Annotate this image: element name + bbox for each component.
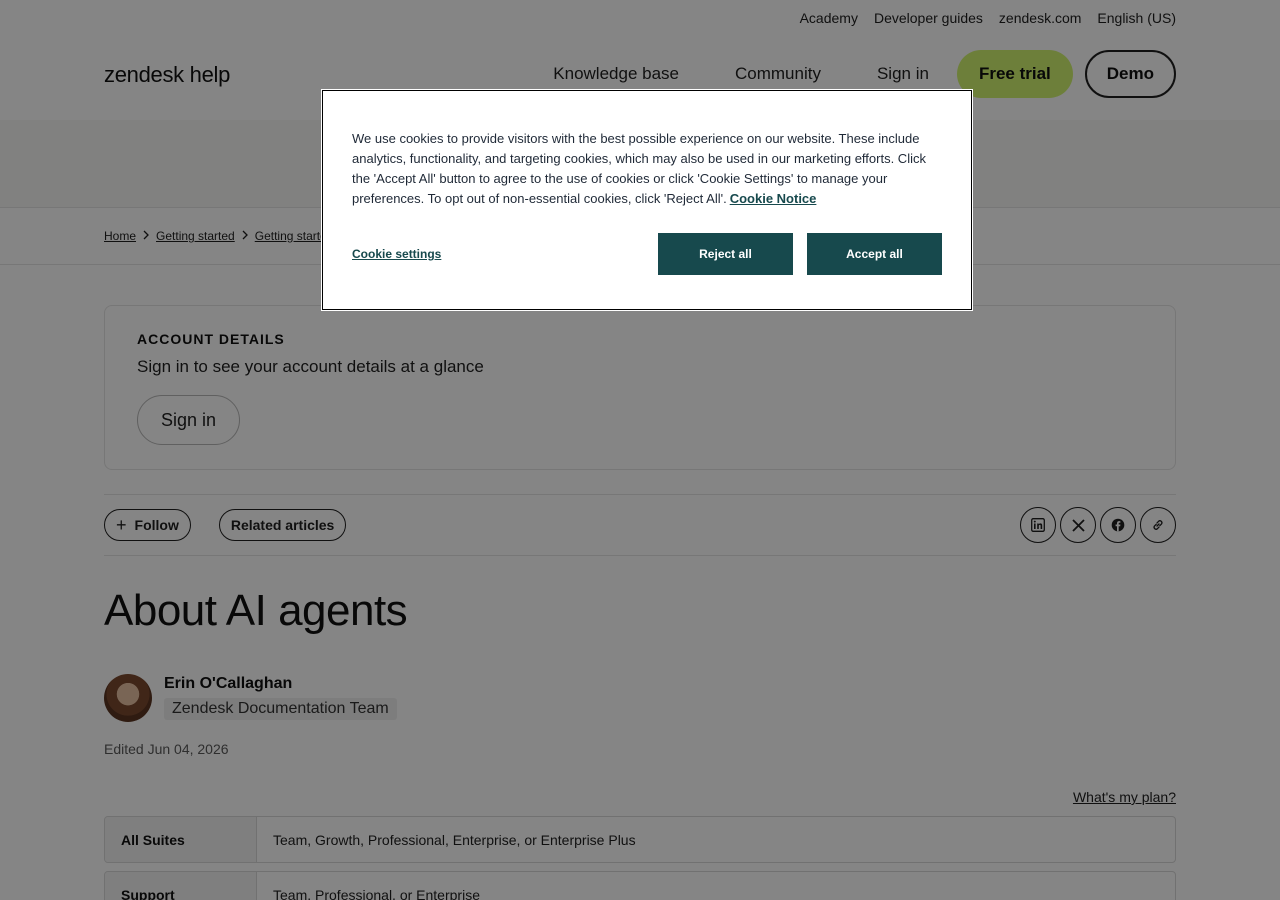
cookie-consent-dialog: We use cookies to provide visitors with … [321,89,973,311]
accept-all-button[interactable]: Accept all [807,233,942,275]
cookie-notice-link[interactable]: Cookie Notice [730,191,817,206]
reject-all-button[interactable]: Reject all [658,233,793,275]
cookie-settings-button[interactable]: Cookie settings [352,247,441,261]
cookie-consent-message: We use cookies to provide visitors with … [352,131,926,206]
cookie-consent-text: We use cookies to provide visitors with … [352,129,944,209]
cookie-actions: Cookie settings Reject all Accept all [352,233,942,275]
